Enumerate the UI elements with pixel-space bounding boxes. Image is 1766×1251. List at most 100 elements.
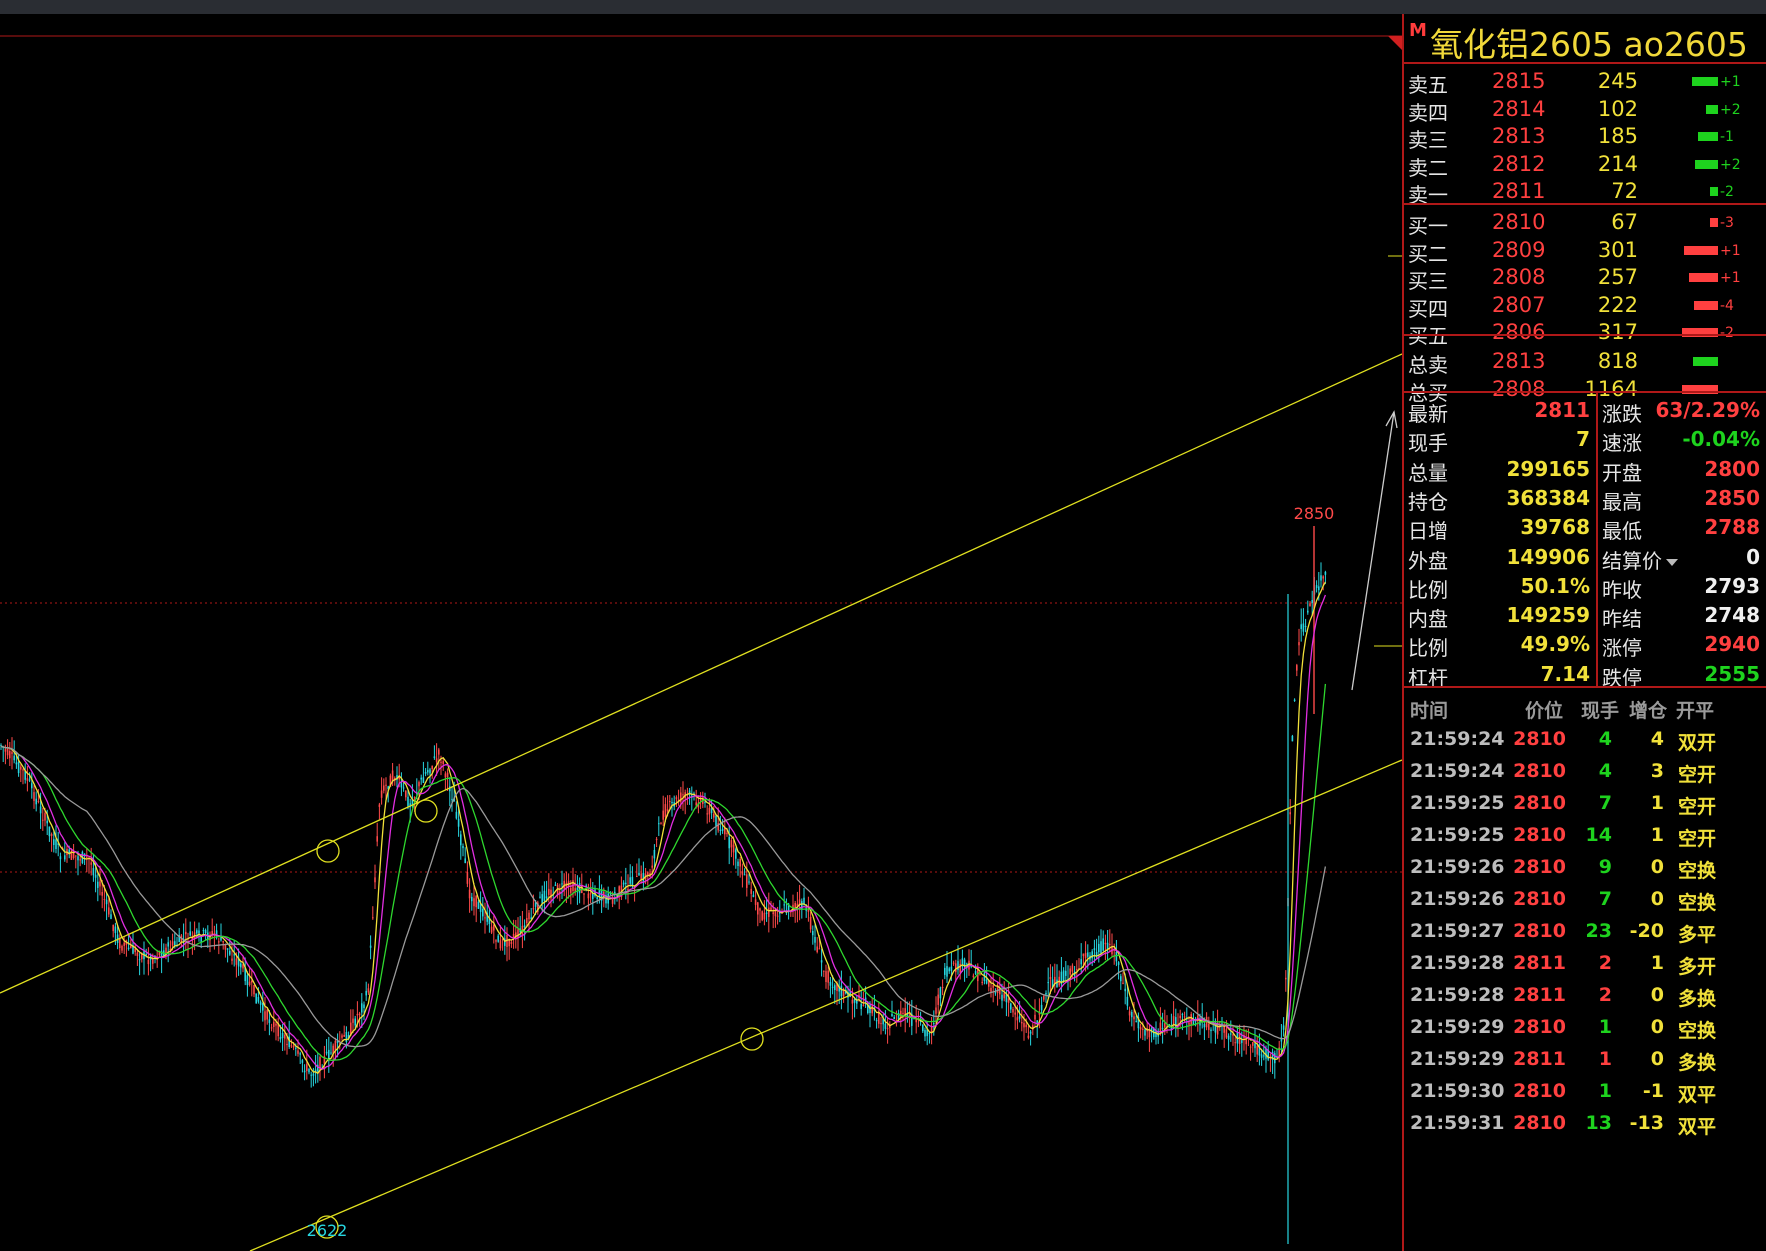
tick-row[interactable]: 21:59:27 2810 23 -20 多平 bbox=[1404, 914, 1766, 950]
candle-body bbox=[372, 917, 374, 919]
stat-item: 最新 2811 bbox=[1404, 394, 1596, 426]
candle-body bbox=[862, 1004, 865, 1006]
tick-price: 2810 bbox=[1513, 824, 1566, 846]
chevron-down-icon[interactable] bbox=[1666, 558, 1678, 566]
candle-body bbox=[365, 990, 367, 996]
book-change: -4 bbox=[1720, 297, 1734, 314]
candle-body bbox=[105, 899, 108, 905]
book-price: 2813 bbox=[1492, 349, 1546, 373]
book-volume: 214 bbox=[1597, 151, 1638, 176]
tick-header-time: 时间 bbox=[1410, 700, 1449, 722]
candle-body bbox=[1036, 1020, 1038, 1023]
contract-name[interactable]: 氧化铝2605 ao2605 bbox=[1430, 18, 1748, 66]
book-divider bbox=[1404, 391, 1766, 393]
book-row[interactable]: 卖二 2812 214 +2 bbox=[1404, 149, 1766, 180]
candle-body bbox=[1029, 1031, 1032, 1034]
candle-body bbox=[1238, 1034, 1241, 1044]
tick-qty: 1 bbox=[1598, 1048, 1612, 1070]
candle-body bbox=[706, 813, 708, 815]
book-volume: 317 bbox=[1597, 320, 1638, 345]
book-row[interactable]: 买四 2807 222 -4 bbox=[1404, 290, 1766, 321]
candle-body bbox=[1012, 1009, 1014, 1013]
candle-body bbox=[147, 959, 150, 965]
book-row[interactable]: 卖四 2814 102 +2 bbox=[1404, 94, 1766, 125]
candle-body bbox=[92, 868, 95, 876]
book-row[interactable]: 卖三 2813 185 -1 bbox=[1404, 121, 1766, 152]
candle-body bbox=[420, 777, 422, 780]
tick-row[interactable]: 21:59:29 2811 1 0 多换 bbox=[1404, 1042, 1766, 1078]
corner-marker-icon bbox=[1388, 36, 1402, 50]
candle-body bbox=[275, 1023, 277, 1026]
candle-body bbox=[1027, 1035, 1030, 1038]
stat-item: 日增 39768 bbox=[1404, 511, 1596, 543]
candle-body bbox=[202, 930, 205, 932]
tick-price: 2810 bbox=[1513, 856, 1566, 878]
candle-body bbox=[640, 873, 642, 880]
candle-body bbox=[471, 896, 473, 902]
tick-type: 多换 bbox=[1678, 1052, 1717, 1074]
candle-body bbox=[827, 970, 829, 983]
candle-body bbox=[358, 1013, 361, 1015]
panel-title: M 氧化铝2605 ao2605 bbox=[1404, 14, 1766, 64]
candle-body bbox=[1192, 1020, 1195, 1025]
book-row[interactable]: 买五2806317-2 bbox=[1404, 317, 1766, 348]
book-volume: 102 bbox=[1597, 96, 1638, 121]
candle-body bbox=[941, 987, 944, 988]
book-row[interactable]: 买二 2809 301 +1 bbox=[1404, 235, 1766, 266]
candle-body bbox=[376, 836, 378, 842]
candle-body bbox=[466, 872, 469, 884]
tick-row[interactable]: 21:59:25 2810 7 1 空开 bbox=[1404, 786, 1766, 822]
candle-body bbox=[730, 840, 733, 848]
candle-body bbox=[473, 898, 475, 907]
candle-body bbox=[743, 874, 746, 876]
tick-row[interactable]: 21:59:24 2810 4 3 空开 bbox=[1404, 754, 1766, 790]
book-volume-bar bbox=[1689, 273, 1718, 283]
stat-item: 外盘 149906 bbox=[1404, 541, 1596, 573]
candle-body bbox=[1282, 1025, 1285, 1030]
candle-body bbox=[757, 902, 759, 915]
stat-value: 2788 bbox=[1704, 515, 1760, 540]
tick-row[interactable]: 21:59:28 2811 2 1 多开 bbox=[1404, 946, 1766, 982]
candle-body bbox=[295, 1047, 297, 1049]
stat-item: 比例 50.1% bbox=[1404, 570, 1596, 602]
candle-body bbox=[759, 908, 761, 911]
candle-body bbox=[279, 1037, 282, 1040]
book-row[interactable]: 总卖 2813 818 bbox=[1404, 346, 1766, 377]
tick-row[interactable]: 21:59:26 2810 7 0 空换 bbox=[1404, 882, 1766, 918]
candle-body bbox=[1203, 1023, 1206, 1028]
trend-touch-marker bbox=[414, 799, 438, 823]
candle-body bbox=[739, 859, 741, 867]
candle-body bbox=[246, 975, 249, 986]
tick-row[interactable]: 21:59:30 2810 1 -1 双平 bbox=[1404, 1074, 1766, 1110]
candle-body bbox=[937, 994, 939, 1005]
candle-body bbox=[59, 856, 62, 860]
candle-body bbox=[310, 1074, 312, 1076]
candle-body bbox=[1249, 1046, 1252, 1048]
book-row[interactable]: 买三 2808 257 +1 bbox=[1404, 262, 1766, 293]
stat-value: 2793 bbox=[1704, 573, 1760, 598]
candle-body bbox=[369, 945, 372, 948]
candle-body bbox=[933, 1023, 935, 1025]
book-row[interactable]: 买一 2810 67 -3 bbox=[1404, 207, 1766, 238]
book-row[interactable]: 卖一 2811 72 -2 bbox=[1404, 176, 1766, 207]
candle-body bbox=[891, 1014, 893, 1017]
candle-body bbox=[523, 925, 526, 928]
candle-body bbox=[1021, 1022, 1023, 1024]
candle-body bbox=[662, 810, 664, 820]
candle-body bbox=[823, 970, 825, 972]
candle-body bbox=[499, 940, 502, 949]
tick-row[interactable]: 21:59:31 2810 13 -13 双平 bbox=[1404, 1106, 1766, 1142]
tick-row[interactable]: 21:59:28 2811 2 0 多换 bbox=[1404, 978, 1766, 1014]
tick-row[interactable]: 21:59:24 2810 4 4 双开 bbox=[1404, 722, 1766, 758]
candle-body bbox=[1049, 977, 1052, 979]
kline-chart[interactable]: 2850 2622 bbox=[0, 14, 1402, 1251]
candle-body bbox=[196, 930, 198, 934]
tick-row[interactable]: 21:59:29 2810 1 0 空换 bbox=[1404, 1010, 1766, 1046]
tick-row[interactable]: 21:59:26 2810 9 0 空换 bbox=[1404, 850, 1766, 886]
candle-body bbox=[1126, 996, 1129, 1006]
candle-body bbox=[924, 1030, 926, 1037]
tick-row[interactable]: 21:59:25 2810 14 1 空开 bbox=[1404, 818, 1766, 854]
book-row[interactable]: 卖五 2815 245 +1 bbox=[1404, 66, 1766, 97]
candle-body bbox=[79, 859, 81, 861]
tick-type: 多开 bbox=[1678, 956, 1717, 978]
